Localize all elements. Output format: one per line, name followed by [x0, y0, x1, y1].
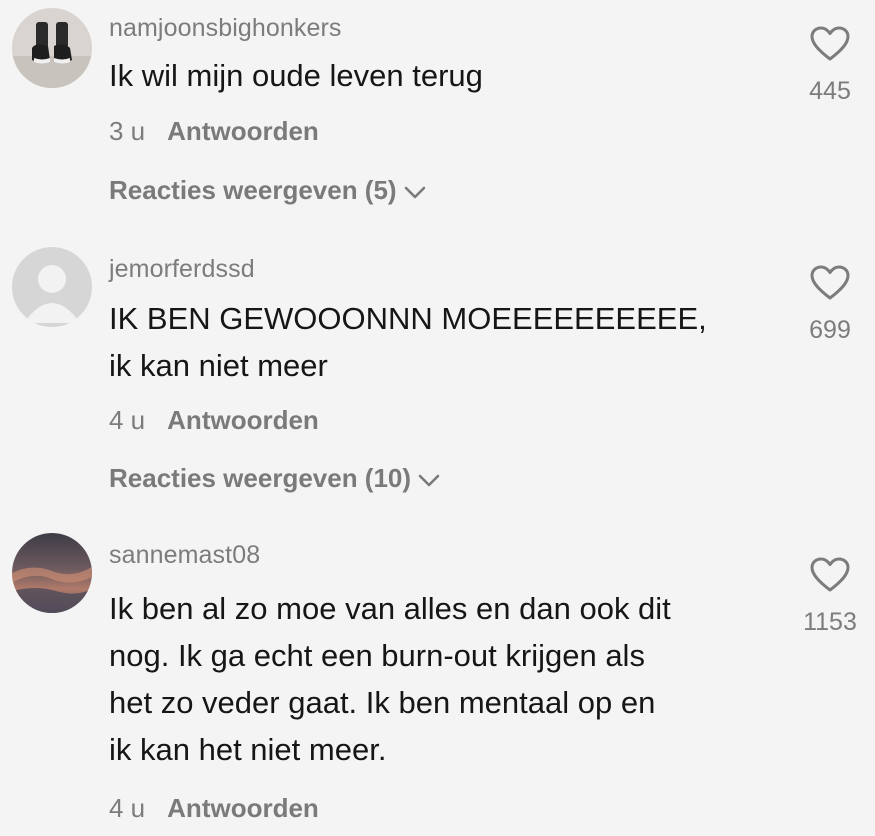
comment-meta: 3 u Antwoorden — [109, 116, 319, 147]
sneakers-photo-icon — [12, 8, 92, 88]
comment-username[interactable]: namjoonsbighonkers — [109, 14, 342, 43]
reply-button[interactable]: Antwoorden — [167, 405, 319, 435]
like-count: 445 — [809, 77, 851, 105]
comment-meta: 4 u Antwoorden — [109, 405, 319, 436]
sunset-photo-icon — [12, 533, 92, 613]
avatar[interactable] — [12, 533, 92, 613]
view-replies-label: Reacties weergeven (5) — [109, 175, 397, 205]
comment-time: 3 u — [109, 116, 146, 146]
comment-text-line: Ik wil mijn oude leven terug — [109, 58, 483, 93]
comment-text-line: ik kan niet meer — [109, 348, 328, 383]
comment-time: 4 u — [109, 793, 146, 823]
like-button[interactable]: 699 — [790, 265, 870, 345]
reply-button[interactable]: Antwoorden — [167, 793, 319, 823]
reply-button[interactable]: Antwoorden — [167, 116, 319, 146]
comment-text-line: ik kan het niet meer. — [109, 732, 387, 767]
view-replies-button[interactable]: Reacties weergeven (10) — [109, 463, 441, 496]
like-count: 1153 — [803, 608, 857, 636]
comment-time: 4 u — [109, 405, 146, 435]
comment-text-line: Ik ben al zo moe van alles en dan ook di… — [109, 591, 671, 626]
like-button[interactable]: 1153 — [790, 557, 870, 637]
comment-text: IK BEN GEWOOONNN MOEEEEEEEEEE, ik kan ni… — [109, 295, 707, 389]
comment-text-line: IK BEN GEWOOONNN MOEEEEEEEEEE, — [109, 301, 707, 336]
like-count: 699 — [809, 316, 851, 344]
default-user-icon — [12, 247, 92, 327]
avatar[interactable] — [12, 247, 92, 327]
comment-username[interactable]: jemorferdssd — [109, 255, 255, 284]
comment-text: Ik ben al zo moe van alles en dan ook di… — [109, 585, 671, 773]
comment-meta: 4 u Antwoorden — [109, 793, 319, 824]
comment-text-line: nog. Ik ga echt een burn-out krijgen als — [109, 638, 645, 673]
heart-icon — [790, 26, 870, 67]
heart-icon — [790, 557, 870, 598]
heart-icon — [790, 265, 870, 306]
view-replies-label: Reacties weergeven (10) — [109, 463, 412, 493]
comment-text-line: het zo veder gaat. Ik ben mentaal op en — [109, 685, 656, 720]
chevron-down-icon — [417, 465, 441, 496]
like-button[interactable]: 445 — [790, 26, 870, 106]
comment-text: Ik wil mijn oude leven terug — [109, 52, 483, 99]
avatar[interactable] — [12, 8, 92, 88]
comment-username[interactable]: sannemast08 — [109, 541, 260, 570]
view-replies-button[interactable]: Reacties weergeven (5) — [109, 175, 427, 208]
chevron-down-icon — [403, 177, 427, 208]
